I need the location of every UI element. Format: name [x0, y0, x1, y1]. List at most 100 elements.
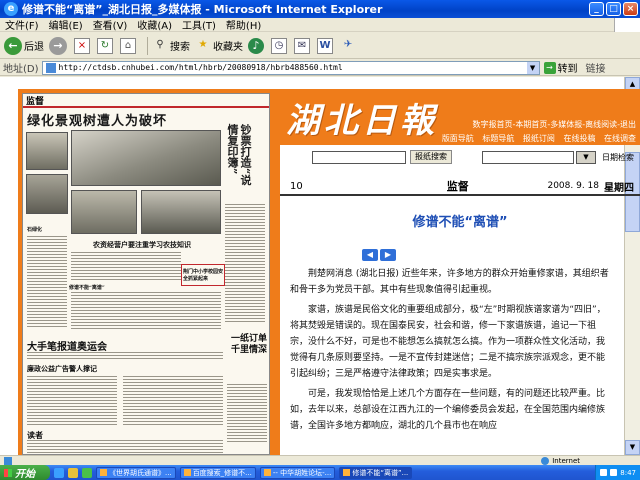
menu-bar: 文件(F) 编辑(E) 查看(V) 收藏(A) 工具(T) 帮助(H)	[0, 17, 640, 32]
paper-subhead[interactable]: 廉政公益广告警人撑记	[27, 364, 97, 374]
paper-subhead[interactable]: 大手笔报道奥运会	[27, 338, 107, 353]
next-article-icon[interactable]: ▶	[380, 249, 396, 261]
folder-quicklaunch-icon[interactable]	[68, 467, 78, 478]
close-button[interactable]: ×	[623, 2, 638, 16]
date-dropdown-icon[interactable]: ▼	[576, 150, 596, 164]
issue-date: 2008. 9. 18	[547, 181, 599, 191]
hubei-daily-logo[interactable]: 湖北日報	[286, 93, 438, 142]
word-icon: W	[317, 37, 333, 54]
page-icon	[45, 62, 56, 73]
masthead: 湖北日報 数字报首页-本期首页-多媒体报-离线阅读-退出 版面导航 标题导航 报…	[280, 89, 640, 145]
paper-side-story[interactable]: 钞票打造“说情复印簿”	[226, 124, 266, 194]
ie-icon: e	[4, 2, 18, 16]
start-button[interactable]: 开始	[0, 465, 50, 480]
search-label: 搜索	[170, 42, 190, 53]
address-bar: 地址(D) http://ctdsb.cnhubei.com/html/hbrb…	[0, 60, 640, 76]
nav-page-navigation[interactable]: 版面导航	[442, 134, 474, 143]
toolbar: ← 后退 → × ↻ ⌂ ⚲ 搜索 ★ 收藏夹 ♪ ◷ ✉ W ✈	[0, 33, 640, 59]
taskbar-item-active[interactable]: 修谱不能“离谱”...	[339, 466, 413, 479]
taskbar: 开始 《世界胡氏通谱》... 百度搜索_修谱不... -- 中华胡姓论坛-...…	[0, 465, 640, 480]
paper-subhead[interactable]: 石绿化	[27, 226, 42, 233]
scroll-down-icon[interactable]: ▼	[625, 440, 640, 455]
paper-text-block	[27, 236, 67, 328]
menu-help[interactable]: 帮助(H)	[221, 17, 266, 32]
go-button[interactable]: → 转到	[543, 60, 578, 75]
media-button[interactable]: ♪	[248, 37, 266, 54]
page-number: 10	[290, 180, 303, 192]
paper-subhead[interactable]: 一纸订单千里情深	[231, 334, 267, 356]
paper-photo	[26, 174, 68, 214]
mail-button[interactable]: ✉	[294, 37, 312, 54]
favorites-button[interactable]: ★ 收藏夹	[195, 38, 243, 54]
prev-article-icon[interactable]: ◀	[362, 249, 378, 261]
taskbar-item[interactable]: 百度搜索_修谱不...	[179, 466, 256, 479]
menu-file[interactable]: 文件(F)	[0, 17, 44, 32]
top-nav-links[interactable]: 数字报首页-本期首页-多媒体报-离线阅读-退出	[472, 119, 636, 130]
maximize-button[interactable]: □	[606, 2, 621, 16]
address-label: 地址(D)	[3, 64, 39, 75]
windows-logo-icon	[614, 17, 640, 32]
history-button[interactable]: ◷	[271, 37, 289, 54]
ie-quicklaunch-icon[interactable]	[54, 467, 64, 478]
paper-photo	[141, 190, 221, 234]
paper-photo	[26, 132, 68, 170]
address-dropdown-icon[interactable]: ▼	[526, 61, 539, 74]
taskbar-item-label: 修谱不能“离谱”...	[352, 468, 409, 477]
links-button[interactable]: 链接	[586, 60, 606, 75]
paper-text-block	[27, 352, 223, 360]
section-name: 监督	[446, 180, 469, 193]
menu-view[interactable]: 查看(V)	[88, 17, 133, 32]
date-input[interactable]	[482, 150, 574, 164]
nav-submit[interactable]: 在线投稿	[563, 134, 595, 143]
forward-button[interactable]: →	[49, 36, 69, 55]
taskbar-item[interactable]: -- 中华胡姓论坛-...	[259, 466, 336, 479]
paper-subhead[interactable]: 读者	[27, 430, 43, 441]
refresh-button[interactable]: ↻	[97, 37, 115, 54]
newspaper-search-input[interactable]	[312, 150, 406, 164]
taskbar-item[interactable]: 《世界胡氏通谱》...	[96, 466, 176, 479]
word-button[interactable]: W	[317, 37, 335, 54]
globe-icon	[541, 456, 550, 465]
taskbar-item-label: 百度搜索_修谱不...	[192, 468, 252, 477]
issue-weekday: 星期四	[604, 182, 634, 194]
newspaper-search-button[interactable]: 报纸搜索	[410, 150, 452, 164]
ie-icon	[263, 469, 271, 476]
stop-button[interactable]: ×	[74, 37, 92, 54]
back-button[interactable]: ← 后退	[4, 36, 44, 55]
network-tray-icon[interactable]	[600, 469, 608, 476]
paper-subhead[interactable]: 修谱不能“离谱”	[69, 284, 105, 291]
menu-edit[interactable]: 编辑(E)	[44, 17, 88, 32]
menu-favorites[interactable]: 收藏(A)	[132, 17, 177, 32]
nav-subscribe[interactable]: 报纸订阅	[523, 134, 555, 143]
secondary-nav: 版面导航 标题导航 报纸订阅 在线投稿 在线调查	[436, 133, 636, 144]
paper-text-block	[123, 376, 223, 426]
nav-title-navigation[interactable]: 标题导航	[482, 134, 514, 143]
title-bar: e 修谱不能“离谱”_湖北日报_多媒体报 - Microsoft Interne…	[0, 0, 640, 18]
home-button[interactable]: ⌂	[120, 37, 138, 54]
messenger-button[interactable]: ✈	[340, 38, 358, 54]
toolbar-separator	[147, 36, 148, 55]
info-bar: 10 监督 2008. 9. 18 星期四	[280, 178, 640, 196]
address-url[interactable]: http://ctdsb.cnhubei.com/html/hbrb/20080…	[59, 63, 527, 72]
forward-arrow-icon: →	[49, 36, 67, 55]
media-quicklaunch-icon[interactable]	[82, 467, 92, 478]
clock[interactable]: 8:47	[620, 469, 636, 477]
paper-section: 监督	[26, 96, 45, 107]
address-input[interactable]: http://ctdsb.cnhubei.com/html/hbrb/20080…	[41, 60, 540, 75]
volume-tray-icon[interactable]	[610, 469, 618, 476]
paper-subhead[interactable]: 荆门中小学校园安全抓紧起来	[183, 269, 223, 283]
menu-tools[interactable]: 工具(T)	[177, 17, 221, 32]
date-search-label[interactable]: 日期检索	[602, 152, 634, 163]
system-tray: 8:47	[595, 465, 640, 480]
paper-subhead[interactable]: 农资经营户要注重学习农技知识	[93, 240, 191, 250]
start-label: 开始	[15, 469, 35, 480]
security-zone: Internet	[541, 456, 580, 465]
paper-photo	[71, 190, 137, 234]
go-label: 转到	[557, 64, 578, 75]
nav-survey[interactable]: 在线调查	[604, 134, 636, 143]
search-button[interactable]: ⚲ 搜索	[152, 38, 190, 54]
newspaper-thumbnail[interactable]: 监督 绿化景观树遭人为破坏 钞票打造“说情复印簿” 石绿化 农资经营户要注重学习…	[22, 93, 270, 455]
minimize-button[interactable]: _	[589, 2, 604, 16]
article-body: 荆楚网消息 (湖北日报) 近些年来，许多地方的群众开始重修家谱，其组织者和骨干多…	[290, 266, 612, 455]
paper-text-block	[71, 292, 221, 330]
